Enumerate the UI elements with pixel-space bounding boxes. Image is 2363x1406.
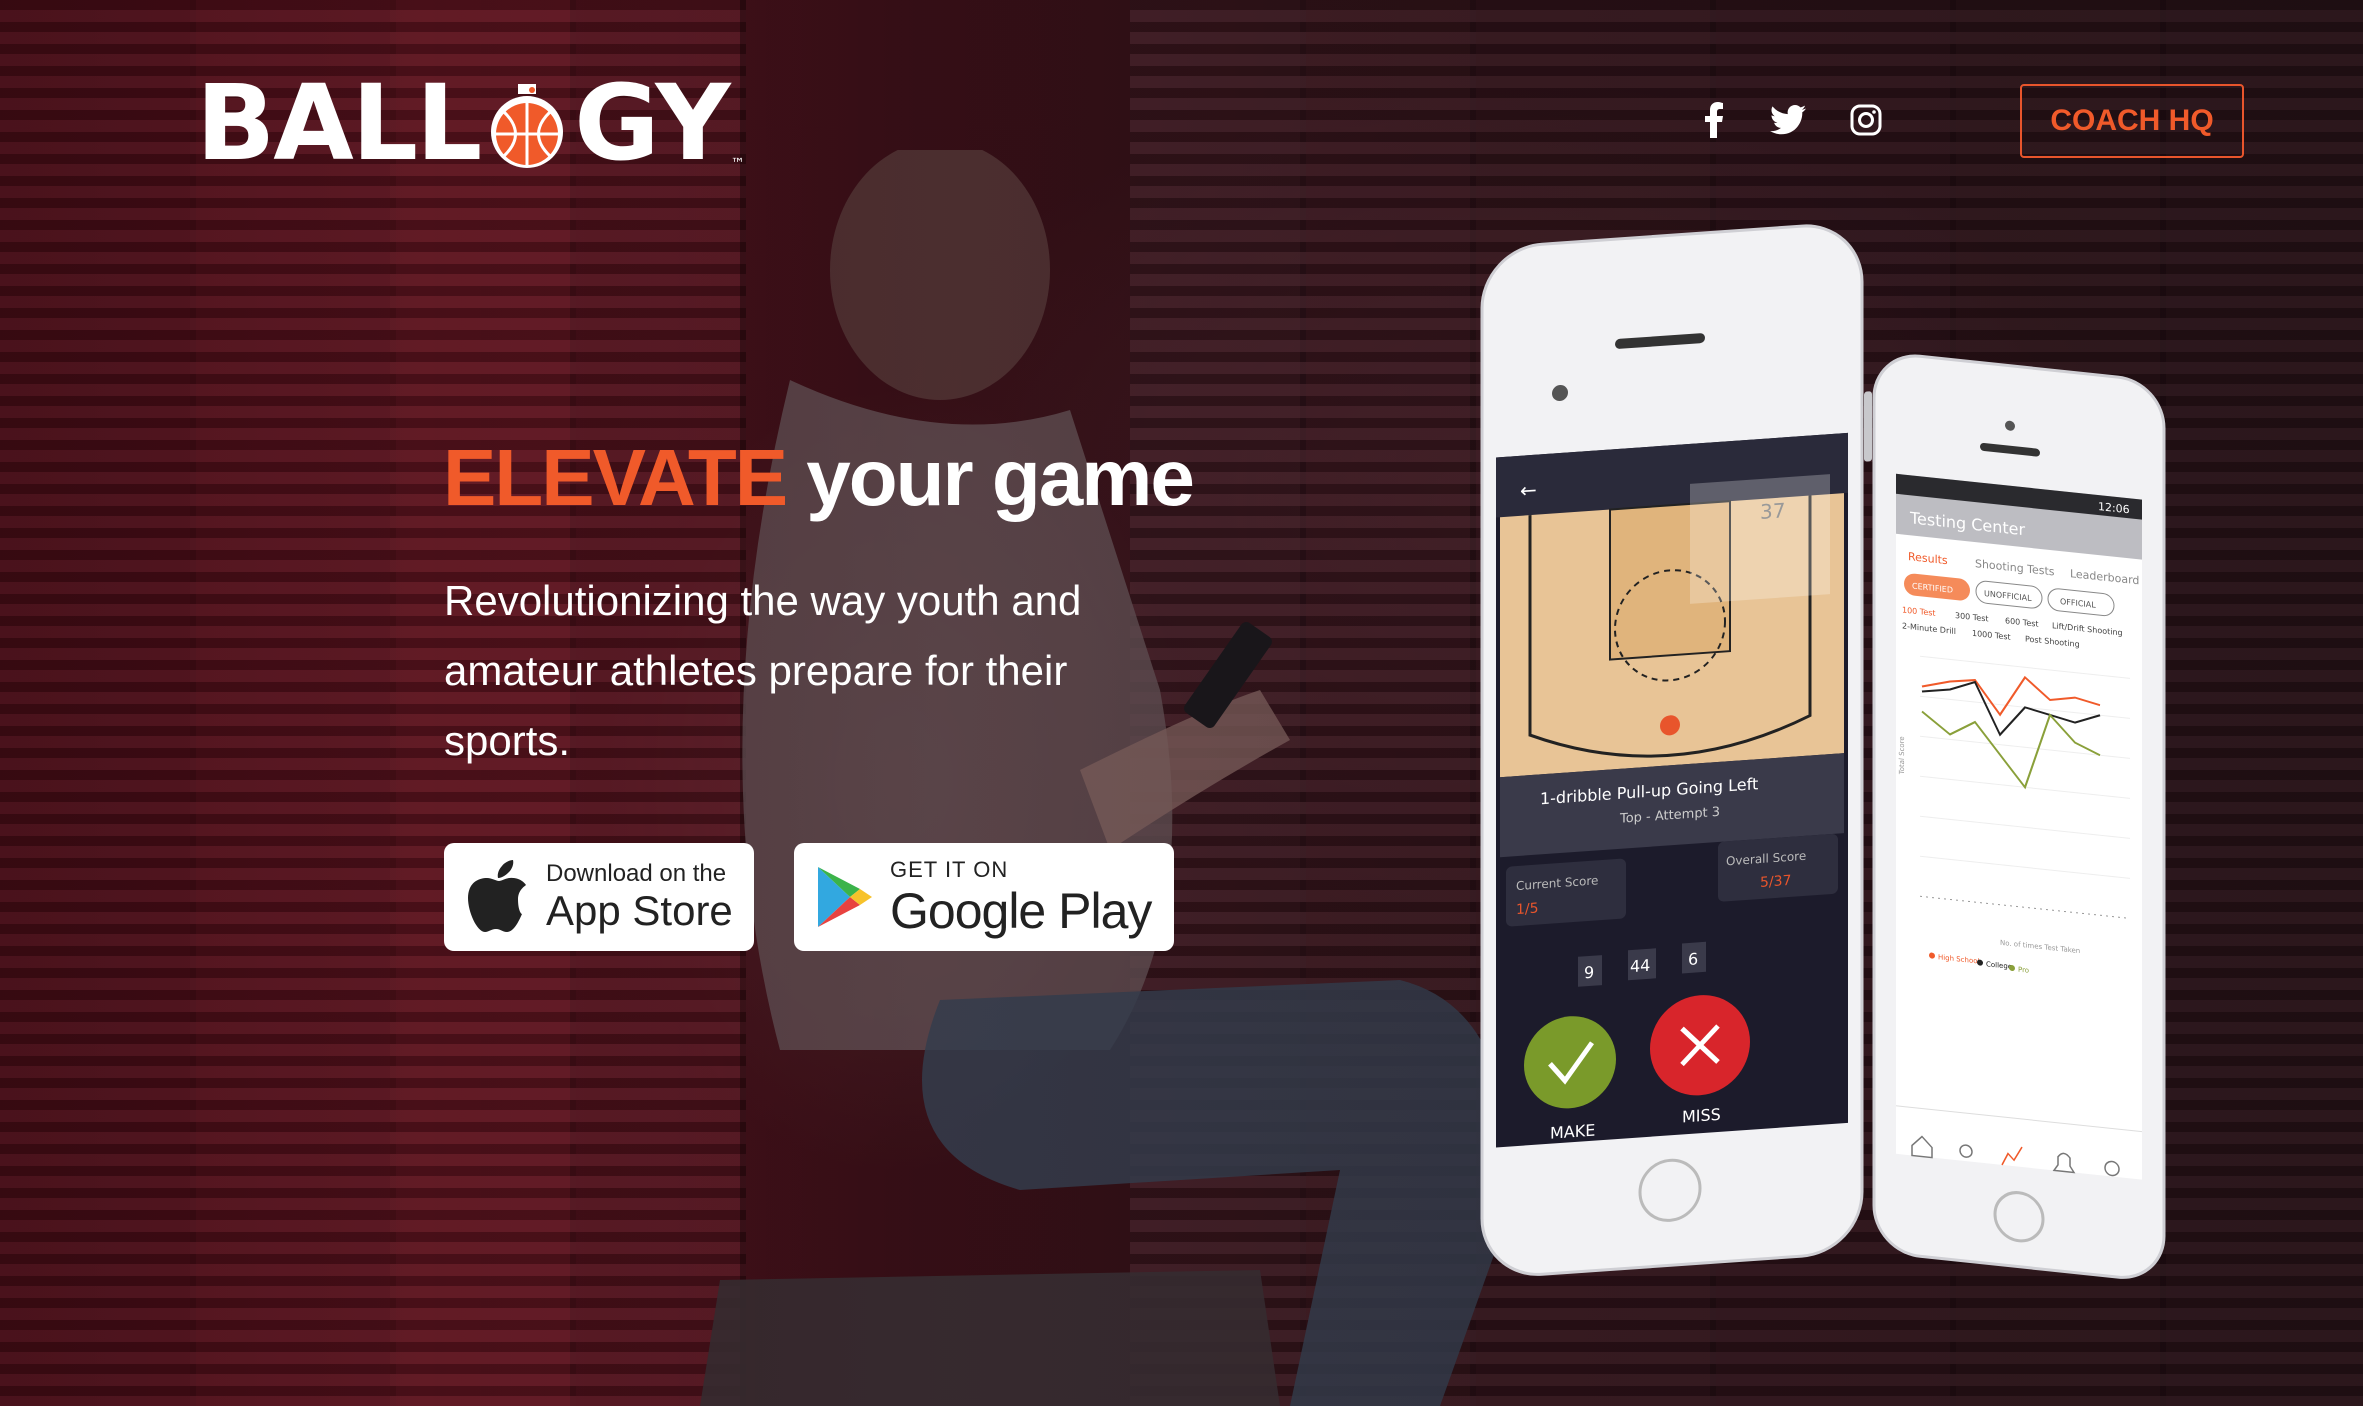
legend-pro: Pro [2018, 965, 2029, 975]
overall-score-value: 5/37 [1760, 873, 1791, 891]
attempt-number: 37 [1760, 498, 1785, 524]
app-store-small-text: Download on the [546, 860, 727, 887]
google-play-small-text: GET IT ON [890, 857, 1009, 882]
google-play-icon [818, 867, 872, 927]
headline-rest: your game [786, 433, 1195, 522]
chart-y-axis-label: Total Score [1897, 736, 1906, 776]
headline-accent: ELEVATE [443, 433, 788, 522]
phone-mockup-shot-tracker: ← 37 1-dribble Pull-up Going Left Top - … [1480, 224, 1872, 1276]
apple-icon [468, 860, 526, 932]
facebook-icon[interactable] [1694, 100, 1734, 140]
instagram-icon[interactable] [1846, 100, 1886, 140]
current-score-value: 1/5 [1516, 901, 1539, 919]
hero-subtext: Revolutionizing the way youth and amateu… [444, 577, 1082, 764]
make-label: MAKE [1550, 1121, 1595, 1143]
app-store-big-text: App Store [546, 887, 733, 934]
trademark-symbol: ™ [730, 156, 745, 172]
google-play-big-text: Google Play [890, 883, 1152, 939]
google-play-button[interactable]: GET IT ON Google Play [794, 843, 1174, 951]
timer-minutes: 9 [1584, 963, 1594, 983]
logo-text-gy: GY [574, 62, 730, 184]
timer-tenths: 6 [1688, 949, 1698, 969]
coach-hq-button[interactable]: COACH HQ [2020, 84, 2244, 158]
twitter-icon[interactable] [1768, 100, 1808, 140]
miss-label: MISS [1682, 1105, 1721, 1127]
logo-text-ball: BALL [196, 62, 482, 184]
app-store-button[interactable]: Download on the App Store [444, 843, 754, 951]
hero-headline: ELEVATE your game [443, 432, 1195, 524]
phone-mockup-testing-center: 12:06 Testing Center Results Shooting Te… [1872, 354, 2166, 1279]
timer-seconds: 44 [1630, 956, 1650, 976]
svg-text:←: ← [1520, 478, 1537, 503]
ballogy-logo[interactable]: BALL GY ™ [196, 62, 745, 184]
basketball-flask-icon [491, 84, 564, 168]
